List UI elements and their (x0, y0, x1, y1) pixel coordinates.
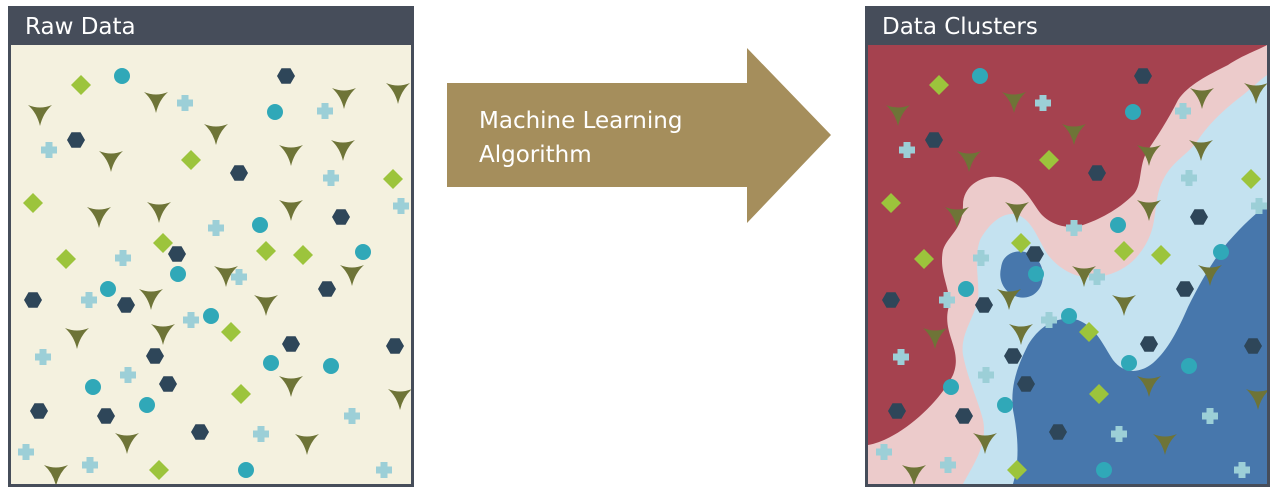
plus-icon (317, 103, 333, 119)
hexagon-icon (146, 348, 164, 364)
circle-icon (263, 355, 279, 371)
plus-icon (393, 198, 409, 214)
hexagon-icon (318, 281, 336, 297)
hexagon-icon (67, 132, 85, 148)
plus-icon (344, 408, 360, 424)
hexagon-icon (168, 246, 186, 262)
plus-icon (18, 444, 34, 460)
hexagon-icon (97, 408, 115, 424)
diamond-icon (256, 241, 276, 261)
circle-icon (1061, 308, 1077, 324)
circle-icon (1110, 217, 1126, 233)
diamond-icon (293, 245, 313, 265)
triangle-icon (115, 433, 139, 454)
circle-icon (203, 308, 219, 324)
triangle-icon (65, 328, 89, 349)
triangle-icon (295, 434, 319, 455)
diamond-icon (149, 460, 169, 480)
circle-icon (1125, 104, 1141, 120)
raw-data-scatter (18, 68, 411, 484)
circle-icon (1096, 462, 1112, 478)
circle-icon (100, 281, 116, 297)
data-clusters-panel: Data Clusters (865, 6, 1270, 487)
diamond-icon (181, 150, 201, 170)
plus-icon (41, 142, 57, 158)
triangle-icon (332, 88, 356, 109)
circle-icon (267, 104, 283, 120)
circle-icon (139, 397, 155, 413)
triangle-icon (44, 465, 68, 484)
diamond-icon (221, 322, 241, 342)
diamond-icon (56, 249, 76, 269)
raw-data-panel: Raw Data (8, 6, 414, 487)
diamond-icon (71, 75, 91, 95)
triangle-icon (388, 389, 411, 410)
hexagon-icon (386, 338, 404, 354)
hexagon-icon (230, 165, 248, 181)
hexagon-icon (30, 403, 48, 419)
raw-data-plot (11, 45, 411, 484)
circle-icon (958, 281, 974, 297)
circle-icon (1028, 266, 1044, 282)
plus-icon (323, 170, 339, 186)
circle-icon (114, 68, 130, 84)
triangle-icon (279, 376, 303, 397)
circle-icon (170, 266, 186, 282)
plus-icon (253, 426, 269, 442)
hexagon-icon (191, 424, 209, 440)
circle-icon (997, 397, 1013, 413)
diamond-icon (383, 169, 403, 189)
plus-icon (81, 292, 97, 308)
triangle-icon (279, 200, 303, 221)
triangle-icon (279, 145, 303, 166)
plus-icon (120, 367, 136, 383)
circle-icon (972, 68, 988, 84)
circle-icon (252, 217, 268, 233)
hexagon-icon (277, 68, 295, 84)
machine-learning-arrow: Machine Learning Algorithm (447, 48, 831, 223)
circle-icon (355, 244, 371, 260)
triangle-icon (99, 151, 123, 172)
diamond-icon (231, 384, 251, 404)
hexagon-icon (117, 297, 135, 313)
plus-icon (376, 462, 392, 478)
hexagon-icon (332, 209, 350, 225)
diamond-icon (23, 193, 43, 213)
triangle-icon (144, 92, 168, 113)
triangle-icon (139, 289, 163, 310)
triangle-icon (340, 265, 364, 286)
arrow-label: Machine Learning Algorithm (479, 108, 683, 168)
diamond-icon (153, 233, 173, 253)
plus-icon (82, 457, 98, 473)
triangle-icon (87, 207, 111, 228)
data-clusters-title: Data Clusters (868, 9, 1267, 45)
circle-icon (1181, 358, 1197, 374)
triangle-icon (386, 83, 410, 104)
triangle-icon (147, 202, 171, 223)
raw-data-title: Raw Data (11, 9, 411, 45)
circle-icon (1213, 244, 1229, 260)
circle-icon (1121, 355, 1137, 371)
data-clusters-plot (868, 45, 1267, 484)
hexagon-icon (282, 336, 300, 352)
triangle-icon (28, 105, 52, 126)
triangle-icon (204, 124, 228, 145)
circle-icon (943, 379, 959, 395)
hexagon-icon (24, 292, 42, 308)
plus-icon (208, 220, 224, 236)
plus-icon (231, 269, 247, 285)
triangle-icon (254, 295, 278, 316)
triangle-icon (331, 140, 355, 161)
circle-icon (85, 379, 101, 395)
data-clusters-scatter (868, 45, 1267, 484)
plus-icon (177, 95, 193, 111)
plus-icon (115, 250, 131, 266)
circle-icon (323, 358, 339, 374)
triangle-icon (151, 324, 175, 345)
plus-icon (183, 312, 199, 328)
plus-icon (35, 349, 51, 365)
hexagon-icon (159, 376, 177, 392)
circle-icon (238, 462, 254, 478)
